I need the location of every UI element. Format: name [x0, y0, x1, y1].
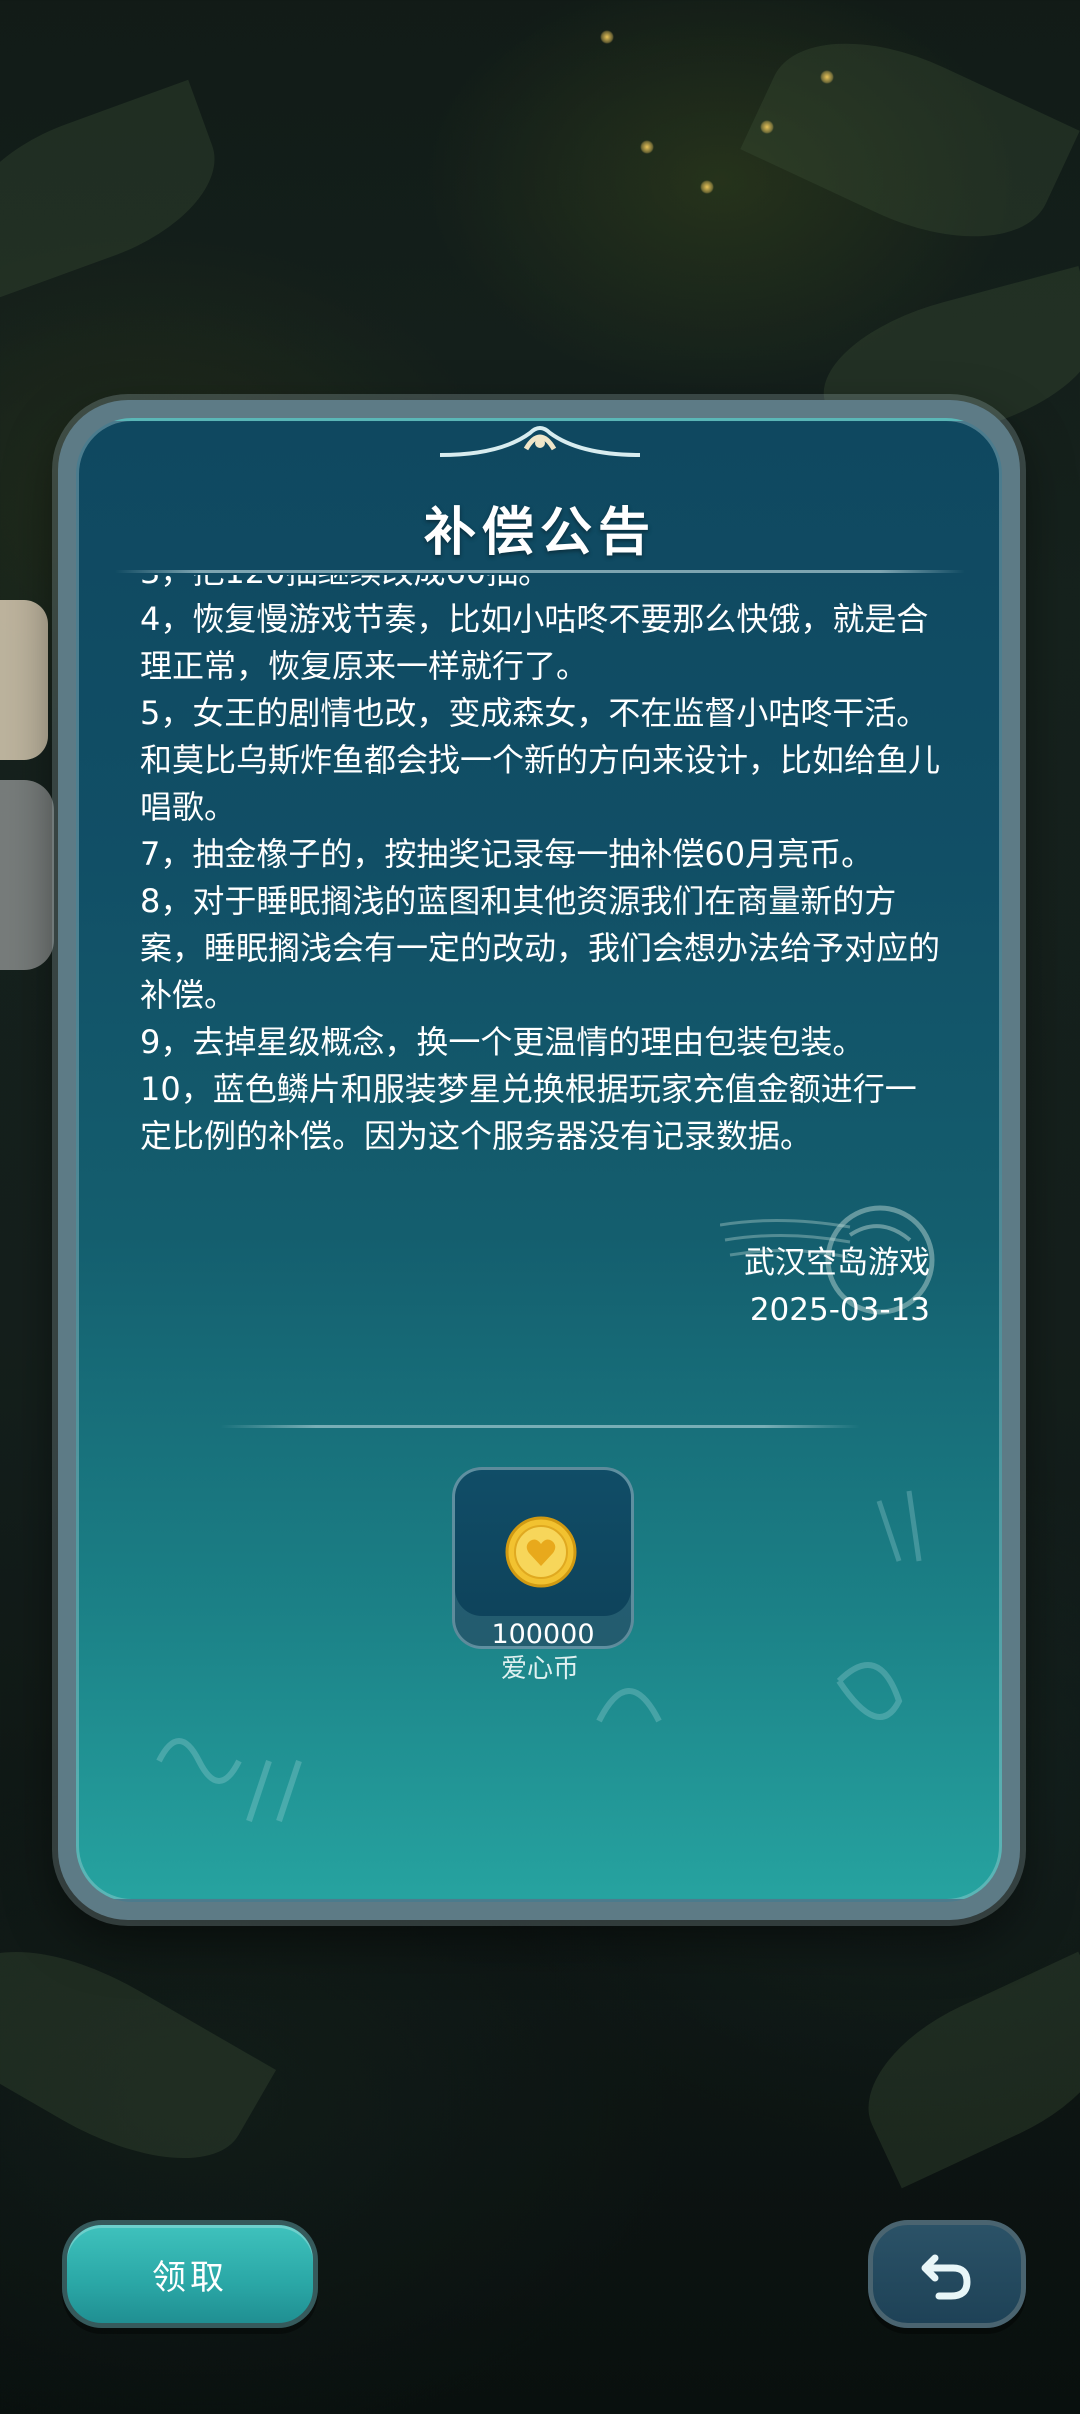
firefly-light: [760, 120, 774, 134]
reward-amount: 100000: [491, 1619, 595, 1650]
notice-line: 8，对于睡眠搁浅的蓝图和其他资源我们在商量新的方案，睡眠搁浅会有一定的改动，我们…: [140, 882, 940, 1014]
title-divider: [115, 570, 965, 573]
firefly-light: [700, 180, 714, 194]
notice-line: 3，把120抽继续改成60抽。: [140, 575, 940, 596]
notice-line: 5，女王的剧情也改，变成森女，不在监督小咕咚干活。和莫比乌斯炸鱼都会找一个新的方…: [140, 694, 940, 826]
heart-coin-icon: [505, 1516, 577, 1588]
claim-button[interactable]: 领取: [62, 2220, 318, 2328]
notice-scroll-area[interactable]: 3，把120抽继续改成60抽。 4，恢复慢游戏节奏，比如小咕咚不要那么快饿，就是…: [140, 575, 940, 1195]
notice-line: 4，恢复慢游戏节奏，比如小咕咚不要那么快饿，就是合理正常，恢复原来一样就行了。: [140, 600, 929, 685]
notice-date: 2025-03-13: [749, 1292, 930, 1328]
notice-line: 7，抽金橡子的，按抽奖记录每一抽补偿60月亮币。: [140, 835, 874, 873]
notice-line: 10，蓝色鳞片和服装梦星兑换根据玩家充值金额进行一定比例的补偿。因为这个服务器没…: [140, 1070, 917, 1155]
publisher-name: 武汉空岛游戏: [744, 1245, 930, 1281]
reward-divider: [220, 1425, 860, 1428]
reward-item[interactable]: 100000: [452, 1467, 634, 1650]
side-menu-tab[interactable]: [0, 600, 48, 760]
notice-body: 3，把120抽继续改成60抽。 4，恢复慢游戏节奏，比如小咕咚不要那么快饿，就是…: [140, 575, 940, 1160]
back-arrow-icon: [921, 2254, 971, 2300]
reward-name: 爱心币: [500, 1654, 579, 1684]
notice-line: 9，去掉星级概念，换一个更温情的理由包装包装。: [140, 1023, 865, 1061]
firefly-light: [820, 70, 834, 84]
side-character: [0, 780, 54, 970]
back-button[interactable]: [868, 2220, 1026, 2328]
panel-crest-ornament: [440, 426, 640, 457]
notice-signature: 武汉空岛游戏 2025-03-13: [744, 1240, 930, 1334]
firefly-light: [600, 30, 614, 44]
notice-title: 补偿公告: [423, 503, 656, 563]
firefly-light: [640, 140, 654, 154]
